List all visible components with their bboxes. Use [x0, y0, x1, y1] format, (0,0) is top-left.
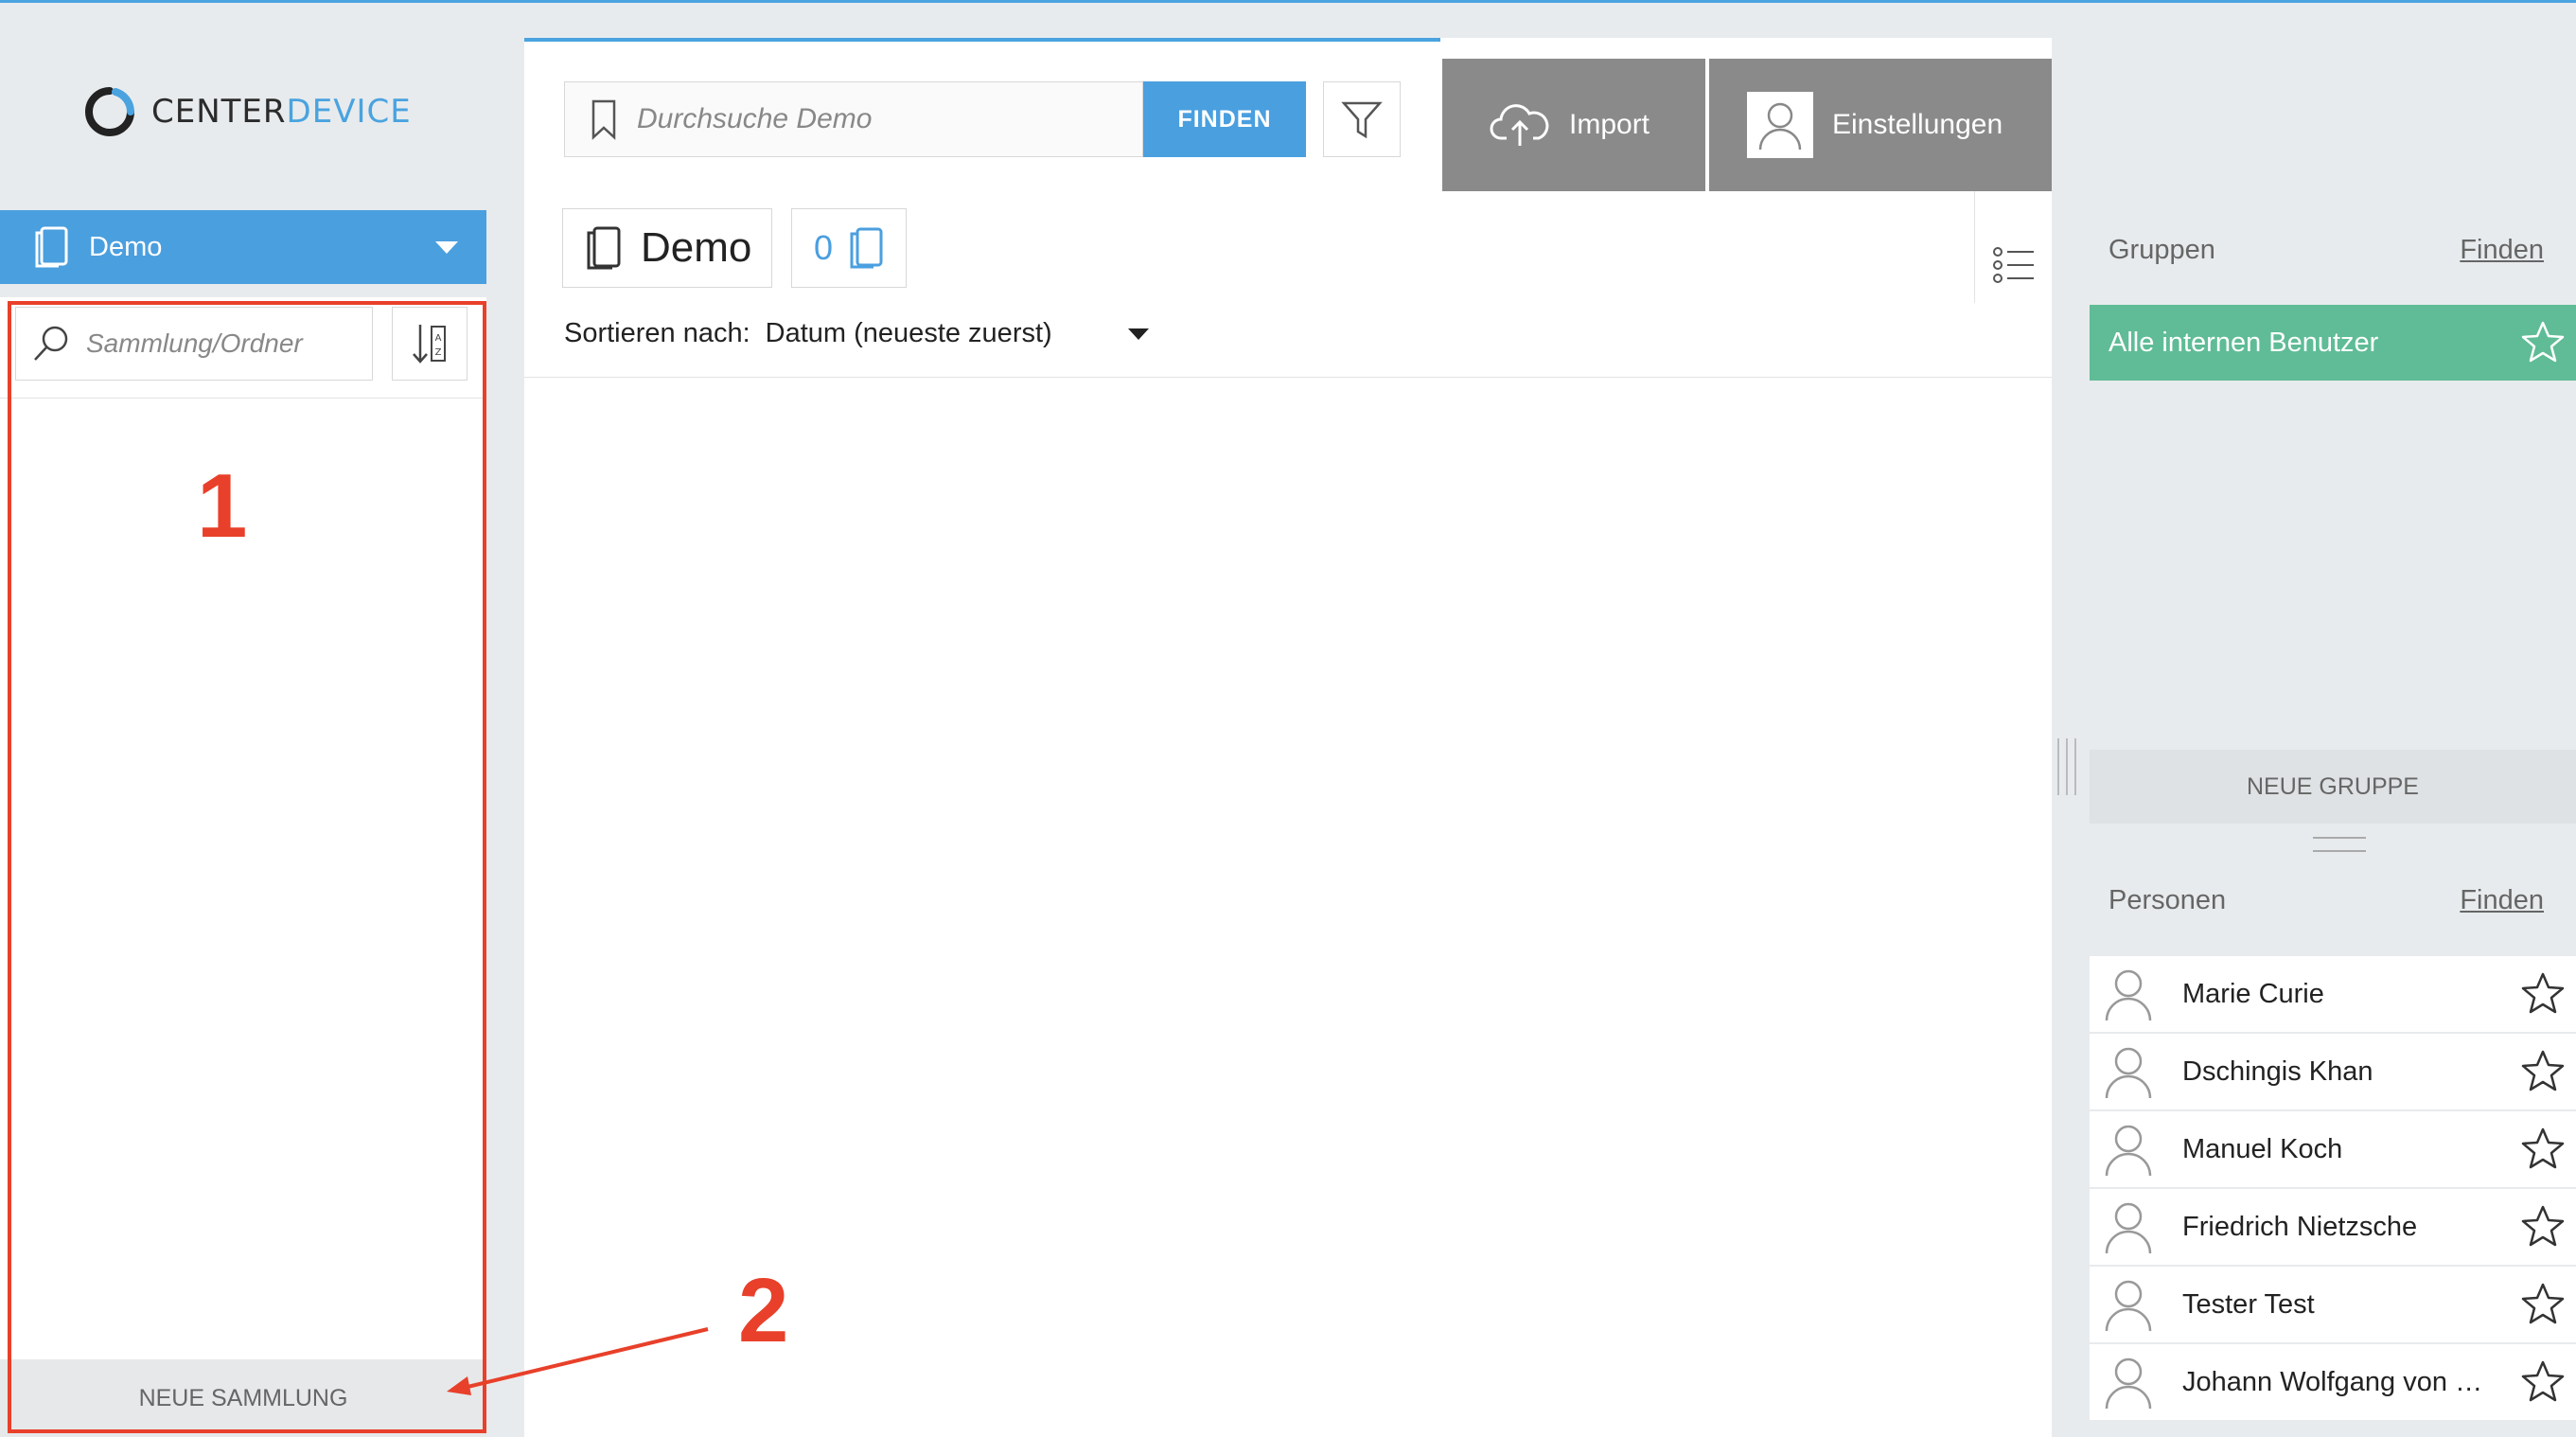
collection-dropdown[interactable]: Demo: [0, 210, 486, 284]
logo-text-part1: CENTER: [151, 93, 287, 131]
person-row[interactable]: Marie Curie: [2090, 956, 2576, 1034]
person-row[interactable]: Friedrich Nietzsche: [2090, 1189, 2576, 1267]
persons-list: Marie Curie Dschingis Khan Manuel Koch F…: [2090, 956, 2576, 1422]
panel-resize-handle[interactable]: [2057, 738, 2076, 795]
top-accent-line: [0, 0, 2576, 3]
star-icon[interactable]: [2521, 1282, 2565, 1325]
persons-find-link[interactable]: Finden: [2460, 885, 2544, 916]
filter-button[interactable]: [1323, 81, 1401, 157]
person-name: Marie Curie: [2182, 978, 2324, 1009]
chevron-down-icon: [1127, 328, 1149, 340]
logo-text: CENTERDEVICE: [151, 93, 412, 131]
collection-name: Demo: [89, 231, 163, 262]
person-name: Tester Test: [2182, 1288, 2315, 1320]
document-icon: [35, 226, 68, 268]
user-avatar: [1747, 92, 1813, 158]
sort-control[interactable]: Sortieren nach: Datum (neueste zuerst): [564, 318, 1149, 349]
filter-icon: [1341, 101, 1383, 139]
main-content: FINDEN Demo 0 Sortieren nach: Datum (ne: [524, 38, 2052, 1437]
centerdevice-logo-icon: [85, 87, 134, 136]
document-search-input[interactable]: [635, 102, 1112, 136]
sort-label: Sortieren nach:: [564, 318, 750, 348]
logo: CENTERDEVICE: [83, 85, 412, 138]
settings-label: Einstellungen: [1832, 109, 2003, 140]
import-label: Import: [1569, 109, 1650, 140]
star-icon[interactable]: [2521, 1359, 2565, 1403]
user-icon: [2105, 1202, 2152, 1254]
user-icon: [2105, 969, 2152, 1021]
document-count: 0: [813, 228, 834, 267]
user-icon: [1758, 102, 1802, 151]
star-icon[interactable]: [2521, 971, 2565, 1015]
person-row[interactable]: Dschingis Khan: [2090, 1034, 2576, 1111]
list-view-toggle[interactable]: [1974, 191, 2052, 303]
bookmark-icon: [591, 99, 616, 140]
logo-text-part2: DEVICE: [286, 93, 412, 131]
groups-heading: Gruppen: [2108, 235, 2215, 265]
person-row[interactable]: Johann Wolfgang von Go...: [2090, 1344, 2576, 1422]
document-icon: [587, 226, 621, 270]
annotation-label-1: 1: [197, 455, 248, 557]
list-view-icon: [1992, 247, 2034, 283]
star-icon[interactable]: [2521, 1127, 2565, 1170]
active-panel-indicator: [524, 38, 1440, 42]
group-item[interactable]: Alle internen Benutzer: [2090, 305, 2576, 381]
main-divider: [524, 377, 2052, 378]
collection-title-box: Demo: [562, 208, 772, 288]
document-search-field[interactable]: [564, 81, 1143, 157]
person-row[interactable]: Manuel Koch: [2090, 1111, 2576, 1189]
chevron-down-icon: [435, 241, 458, 254]
user-icon: [2105, 1047, 2152, 1099]
import-button[interactable]: Import: [1442, 59, 1705, 191]
star-icon[interactable]: [2521, 320, 2565, 364]
persons-heading: Personen: [2108, 885, 2227, 915]
sort-value: Datum (neueste zuerst): [765, 318, 1052, 348]
new-group-button[interactable]: NEUE GRUPPE: [2090, 750, 2576, 824]
user-icon: [2105, 1357, 2152, 1410]
section-split-handle[interactable]: [2313, 837, 2366, 852]
collection-title: Demo: [641, 224, 752, 271]
person-name: Johann Wolfgang von Go...: [2182, 1366, 2495, 1397]
documents-icon: [850, 227, 883, 269]
settings-button[interactable]: Einstellungen: [1709, 59, 2052, 191]
group-name: Alle internen Benutzer: [2108, 327, 2379, 358]
document-count-badge[interactable]: 0: [791, 208, 907, 288]
find-button[interactable]: FINDEN: [1143, 81, 1306, 157]
person-row[interactable]: Tester Test: [2090, 1267, 2576, 1344]
person-name: Dschingis Khan: [2182, 1056, 2373, 1087]
user-icon: [2105, 1280, 2152, 1332]
annotation-label-2: 2: [738, 1260, 789, 1361]
star-icon[interactable]: [2521, 1204, 2565, 1248]
person-name: Friedrich Nietzsche: [2182, 1211, 2418, 1242]
star-icon[interactable]: [2521, 1049, 2565, 1092]
user-icon: [2105, 1125, 2152, 1177]
cloud-upload-icon: [1490, 104, 1549, 146]
groups-find-link[interactable]: Finden: [2460, 235, 2544, 266]
person-name: Manuel Koch: [2182, 1133, 2343, 1164]
